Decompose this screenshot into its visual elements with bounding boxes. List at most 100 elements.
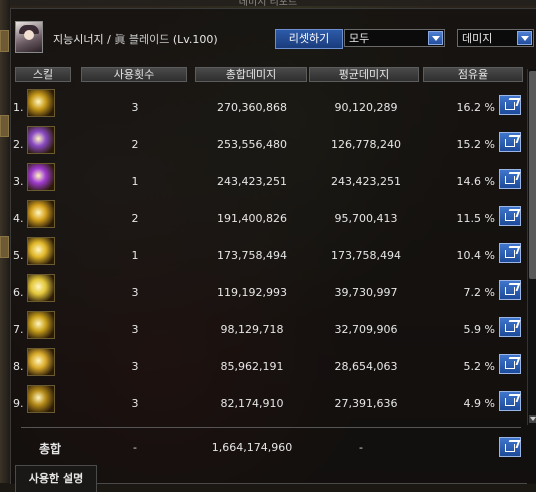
row-avg-damage: 126,778,240 <box>331 138 401 151</box>
name-separator: / <box>107 33 111 46</box>
total-avg: - <box>359 441 363 454</box>
row-share-percent: 10.4 % <box>456 249 495 262</box>
table-row: 9. 3 82,174,910 27,391,636 4.9 % <box>11 381 527 417</box>
row-avg-damage: 243,423,251 <box>331 175 401 188</box>
character-info: 지능시너지 / 眞 블레이드 (Lv.100) <box>53 31 218 47</box>
share-icon[interactable] <box>499 169 521 189</box>
row-use-count: 1 <box>131 175 139 188</box>
table-row: 4. 2 191,400,826 95,700,413 11.5 % <box>11 196 527 232</box>
table-row: 7. 3 98,129,718 32,709,906 5.9 % <box>11 307 527 343</box>
row-total-damage: 243,423,251 <box>217 175 287 188</box>
skill-icon <box>27 163 55 191</box>
party-filter-dropdown[interactable]: 모두 <box>344 29 445 47</box>
total-row: 총합 - 1,664,174,960 - <box>11 429 527 465</box>
row-avg-damage: 39,730,997 <box>334 286 398 299</box>
table-scrollbar[interactable] <box>527 69 536 425</box>
row-total-damage: 173,758,494 <box>217 249 287 262</box>
total-damage: 1,664,174,960 <box>211 441 293 454</box>
tab-description[interactable]: 사용한 설명 <box>15 465 97 492</box>
row-use-count: 3 <box>131 397 139 410</box>
share-icon[interactable] <box>499 206 521 226</box>
metric-filter-value: 데미지 <box>462 32 493 45</box>
row-share-percent: 5.2 % <box>463 360 495 373</box>
chevron-down-icon[interactable] <box>517 31 532 45</box>
job-name: 블레이드 <box>128 33 170 46</box>
row-total-damage: 119,192,993 <box>217 286 287 299</box>
row-use-count: 2 <box>131 212 139 225</box>
row-avg-damage: 95,700,413 <box>334 212 398 225</box>
total-label: 총합 <box>39 442 62 456</box>
share-icon[interactable] <box>499 280 521 300</box>
row-rank: 8. <box>13 360 24 373</box>
share-icon[interactable] <box>499 317 521 337</box>
row-rank: 5. <box>13 249 24 262</box>
column-header-use-count[interactable]: 사용횟수 <box>81 67 187 82</box>
row-total-damage: 98,129,718 <box>220 323 284 336</box>
row-rank: 1. <box>13 101 24 114</box>
row-total-damage: 82,174,910 <box>220 397 284 410</box>
total-count: - <box>133 441 137 454</box>
skill-icon <box>27 385 55 413</box>
damage-report-window: 지능시너지 / 眞 블레이드 (Lv.100) 리셋하기 모두 데미지 스킬 사… <box>10 8 536 492</box>
row-rank: 9. <box>13 397 24 410</box>
table-row: 2. 2 253,556,480 126,778,240 15.2 % <box>11 122 527 158</box>
row-use-count: 2 <box>131 138 139 151</box>
row-rank: 7. <box>13 323 24 336</box>
skill-icon <box>27 311 55 339</box>
row-use-count: 1 <box>131 249 139 262</box>
chevron-down-icon[interactable] <box>428 31 443 45</box>
metric-filter-dropdown[interactable]: 데미지 <box>457 29 534 47</box>
row-share-percent: 4.9 % <box>463 397 495 410</box>
side-panel-edge <box>0 0 10 483</box>
row-share-percent: 15.2 % <box>456 138 495 151</box>
row-share-percent: 7.2 % <box>463 286 495 299</box>
skill-icon <box>27 348 55 376</box>
share-icon[interactable] <box>499 132 521 152</box>
row-share-percent: 14.6 % <box>456 175 495 188</box>
column-header-avg-damage[interactable]: 평균데미지 <box>309 67 419 82</box>
scrollbar-thumb[interactable] <box>529 71 536 279</box>
table-row: 5. 1 173,758,494 173,758,494 10.4 % <box>11 233 527 269</box>
scroll-down-icon[interactable] <box>529 415 536 423</box>
share-icon[interactable] <box>499 391 521 411</box>
row-use-count: 3 <box>131 286 139 299</box>
character-name: 지능시너지 <box>53 33 104 46</box>
share-icon[interactable] <box>499 354 521 374</box>
row-share-percent: 5.9 % <box>463 323 495 336</box>
row-rank: 2. <box>13 138 24 151</box>
row-avg-damage: 173,758,494 <box>331 249 401 262</box>
row-use-count: 3 <box>131 101 139 114</box>
job-prefix: 眞 <box>114 33 126 46</box>
row-total-damage: 253,556,480 <box>217 138 287 151</box>
character-level: (Lv.100) <box>172 33 218 46</box>
row-share-percent: 16.2 % <box>456 101 495 114</box>
column-header-total-damage[interactable]: 총합데미지 <box>195 67 307 82</box>
skill-icon <box>27 200 55 228</box>
column-header-skill[interactable]: 스킬 <box>15 67 71 82</box>
row-total-damage: 85,962,191 <box>220 360 284 373</box>
share-icon[interactable] <box>499 243 521 263</box>
total-divider <box>21 427 521 428</box>
report-header: 지능시너지 / 眞 블레이드 (Lv.100) 리셋하기 모두 데미지 <box>11 9 536 61</box>
row-share-percent: 11.5 % <box>456 212 495 225</box>
column-header-share[interactable]: 점유율 <box>423 67 523 82</box>
party-filter-value: 모두 <box>349 32 370 45</box>
share-icon[interactable] <box>499 437 521 457</box>
row-use-count: 3 <box>131 360 139 373</box>
window-title: 데미지 리포트 <box>0 0 536 6</box>
row-avg-damage: 90,120,289 <box>334 101 398 114</box>
reset-button[interactable]: 리셋하기 <box>275 29 343 49</box>
skill-icon <box>27 126 55 154</box>
skill-icon <box>27 89 55 117</box>
skill-icon <box>27 237 55 265</box>
row-avg-damage: 27,391,636 <box>334 397 398 410</box>
row-rank: 3. <box>13 175 24 188</box>
row-rank: 6. <box>13 286 24 299</box>
table-row: 6. 3 119,192,993 39,730,997 7.2 % <box>11 270 527 306</box>
table-row: 3. 1 243,423,251 243,423,251 14.6 % <box>11 159 527 195</box>
share-icon[interactable] <box>499 95 521 115</box>
table-row: 8. 3 85,962,191 28,654,063 5.2 % <box>11 344 527 380</box>
row-use-count: 3 <box>131 323 139 336</box>
row-total-damage: 191,400,826 <box>217 212 287 225</box>
row-avg-damage: 28,654,063 <box>334 360 398 373</box>
